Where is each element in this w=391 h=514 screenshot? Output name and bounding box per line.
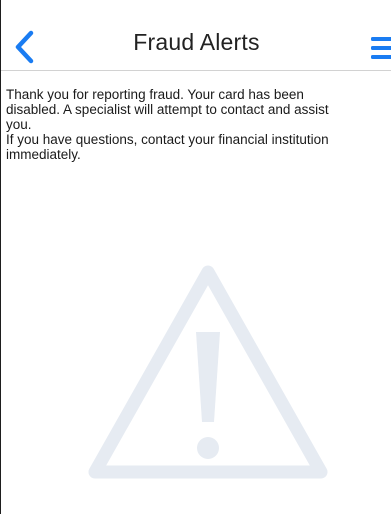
fraud-alerts-screen: Fraud Alerts Thank you for reporting fra… [0, 0, 391, 514]
navigation-bar: Fraud Alerts [1, 0, 391, 71]
menu-button[interactable] [371, 36, 391, 60]
content-area: Thank you for reporting fraud. Your card… [1, 70, 391, 514]
warning-watermark [85, 262, 331, 485]
page-title: Fraud Alerts [133, 29, 260, 55]
message-line: you. [6, 117, 32, 132]
hamburger-menu-icon [371, 37, 391, 59]
message-line: Thank you for reporting fraud. Your card… [6, 87, 304, 102]
message-line: immediately. [6, 147, 81, 162]
warning-triangle-icon [88, 265, 328, 479]
message-line: disabled. A specialist will attempt to c… [6, 102, 329, 117]
message-line: If you have questions, contact your fina… [6, 132, 329, 147]
confirmation-message: Thank you for reporting fraud. Your card… [6, 87, 391, 162]
